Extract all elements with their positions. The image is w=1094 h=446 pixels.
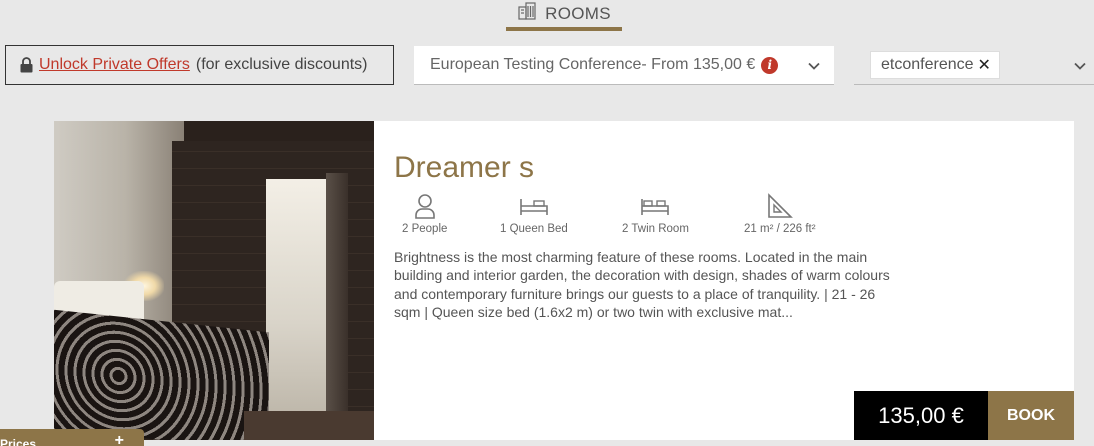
promo-code-value: etconference [881,56,974,73]
chevron-down-icon [808,62,820,70]
unlock-offers-link[interactable]: Unlock Private Offers [39,56,190,73]
room-card: Dreamer s 2 People 1 Queen Bed 2 Twin Ro… [54,121,1074,440]
book-button[interactable]: BOOK [988,391,1074,440]
amenity-label: 2 Twin Room [622,223,689,235]
unlock-offers-suffix: (for exclusive discounts) [195,56,368,73]
info-icon[interactable]: i [761,56,779,74]
amenity-people: 2 People [402,193,447,235]
building-icon [517,2,537,25]
remove-code-icon[interactable]: ✕ [978,55,991,75]
amenity-queen-bed: 1 Queen Bed [500,193,568,235]
chevron-down-icon [1074,62,1086,70]
amenity-twin-bed: 2 Twin Room [622,193,689,235]
room-description: Brightness is the most charming feature … [394,249,890,320]
room-price: 135,00 € [854,391,988,440]
amenity-label: 2 People [402,223,448,235]
prices-label: Prices [0,437,37,446]
area-icon [767,193,793,218]
promo-code-tag: etconference ✕ [870,51,1000,79]
lock-icon [20,57,33,73]
promo-code-field[interactable]: etconference ✕ [854,46,1094,85]
amenity-area: 21 m² / 226 ft² [744,193,816,235]
rate-select[interactable]: European Testing Conference- From 135,00… [414,46,834,85]
person-icon [414,194,435,219]
plus-icon: + [114,432,124,446]
room-photo[interactable] [54,121,374,440]
amenity-label: 1 Queen Bed [500,223,568,235]
rate-select-value: European Testing Conference- From 135,00… [430,56,756,73]
tab-label: ROOMS [545,3,611,23]
tab-rooms[interactable]: ROOMS [506,0,622,31]
queen-bed-icon [520,199,548,215]
prices-panel-toggle[interactable]: Prices + [0,429,144,446]
unlock-offers-box: Unlock Private Offers (for exclusive dis… [5,45,394,85]
room-name: Dreamer s [394,151,535,184]
amenity-label: 21 m² / 226 ft² [744,223,816,235]
twin-bed-icon [641,199,670,215]
